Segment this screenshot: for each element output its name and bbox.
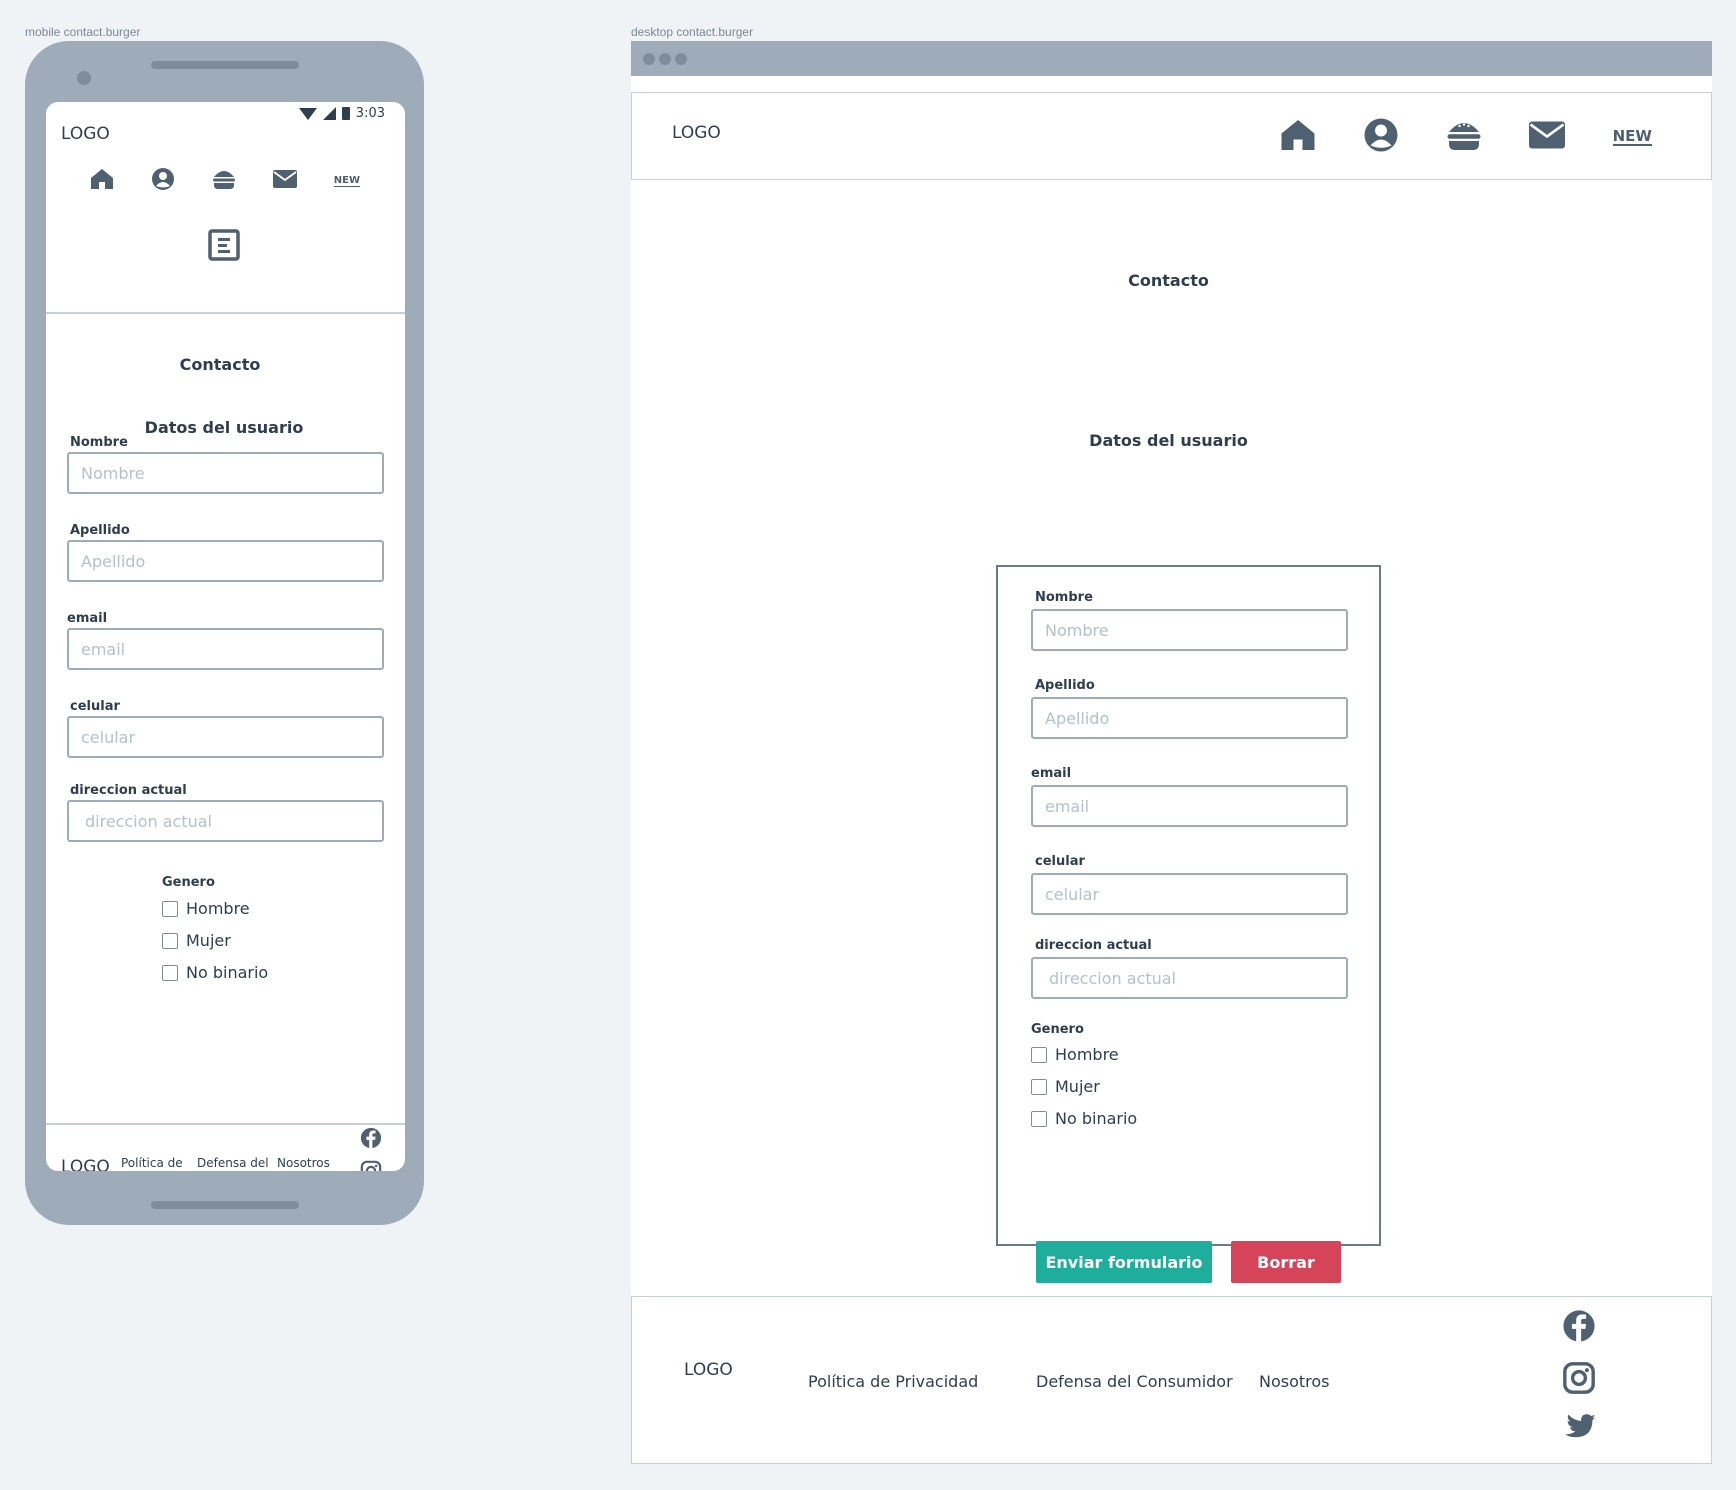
browser-titlebar [631, 41, 1712, 76]
direccion-label: direccion actual [1035, 938, 1152, 953]
mail-icon[interactable] [272, 169, 297, 193]
header-logo[interactable]: LOGO [672, 123, 721, 143]
footer-social [360, 1127, 382, 1171]
footer-link-consumidor[interactable]: Defensa del Consumidor [197, 1155, 271, 1171]
genero-option-hombre[interactable]: Hombre [1031, 1045, 1119, 1064]
mobile-frame-label: mobile contact.burger [25, 25, 141, 39]
genero-label: Genero [1031, 1022, 1084, 1037]
status-bar: 3:03 [298, 106, 385, 121]
apellido-label: Apellido [1035, 678, 1095, 693]
footer-social [1562, 1309, 1596, 1447]
genero-option-no-binario[interactable]: No binario [1031, 1109, 1137, 1128]
home-bar [151, 1201, 299, 1209]
site-footer: LOGO Política de Privacidad Defensa del … [631, 1296, 1712, 1464]
option-label: No binario [186, 963, 269, 982]
nombre-label: Nombre [70, 435, 128, 450]
burger-icon[interactable] [212, 167, 236, 195]
genero-option-mujer[interactable]: Mujer [162, 931, 231, 950]
nombre-label: Nombre [1035, 590, 1093, 605]
facebook-icon[interactable] [360, 1127, 382, 1153]
footer-link-nosotros[interactable]: Nosotros [1259, 1372, 1330, 1391]
checkbox[interactable] [162, 900, 178, 917]
clear-form-button[interactable]: Borrar [1231, 1241, 1341, 1283]
direccion-label: direccion actual [70, 783, 187, 798]
twitter-icon[interactable] [1562, 1413, 1596, 1447]
mobile-nav: NEW [90, 167, 360, 195]
mail-icon[interactable] [1529, 120, 1566, 154]
contact-form: Nombre Nombre Apellido Apellido email em… [996, 565, 1381, 1283]
new-icon[interactable]: NEW [1612, 128, 1652, 146]
window-dot[interactable] [675, 53, 687, 65]
checkbox[interactable] [162, 964, 178, 981]
speaker-bar [151, 61, 299, 69]
genero-label: Genero [162, 875, 215, 890]
home-icon[interactable] [1280, 117, 1316, 157]
home-icon[interactable] [90, 167, 114, 195]
mobile-screen: 3:03 LOGO NEW Contacto Datos del usuario [46, 102, 405, 1171]
burger-icon[interactable] [1446, 117, 1482, 157]
instagram-icon[interactable] [1562, 1361, 1596, 1399]
desktop-frame-label: desktop contact.burger [631, 25, 754, 39]
status-time: 3:03 [355, 106, 385, 121]
nombre-field[interactable]: Nombre [1031, 609, 1348, 651]
camera-dot [77, 71, 91, 85]
email-label: email [67, 611, 108, 626]
apellido-label: Apellido [70, 523, 130, 538]
new-icon[interactable]: NEW [333, 175, 360, 187]
footer-logo[interactable]: LOGO [61, 1157, 110, 1171]
mobile-device: 3:03 LOGO NEW Contacto Datos del usuario [25, 41, 424, 1225]
option-label: Hombre [186, 899, 250, 918]
checkbox[interactable] [1031, 1046, 1047, 1063]
apellido-field[interactable]: Apellido [67, 540, 384, 582]
footer-link-privacidad[interactable]: Política de Privacidad [121, 1155, 191, 1171]
option-label: No binario [1055, 1109, 1138, 1128]
checkbox[interactable] [162, 932, 178, 949]
email-field[interactable]: email [1031, 785, 1348, 827]
page-title: Contacto [179, 355, 261, 374]
signal-icon [322, 107, 336, 120]
nombre-field[interactable]: Nombre [67, 452, 384, 494]
instagram-icon[interactable] [360, 1160, 382, 1171]
window-dot[interactable] [643, 53, 655, 65]
section-subtitle: Datos del usuario [1089, 431, 1248, 450]
direccion-field[interactable]: direccion actual [67, 800, 384, 842]
footer-divider [46, 1123, 405, 1125]
celular-field[interactable]: celular [67, 716, 384, 758]
checkbox[interactable] [1031, 1110, 1047, 1127]
celular-label: celular [70, 699, 120, 714]
option-label: Hombre [1055, 1045, 1119, 1064]
user-icon[interactable] [1363, 117, 1399, 157]
page-title: Contacto [1128, 271, 1209, 290]
menu-icon[interactable] [208, 229, 240, 265]
site-header: LOGO NEW [631, 92, 1712, 180]
facebook-icon[interactable] [1562, 1309, 1596, 1347]
window-dot[interactable] [659, 53, 671, 65]
footer-link-privacidad[interactable]: Política de Privacidad [808, 1372, 978, 1391]
genero-option-mujer[interactable]: Mujer [1031, 1077, 1100, 1096]
footer-logo[interactable]: LOGO [684, 1360, 733, 1380]
direccion-field[interactable]: direccion actual [1031, 957, 1348, 999]
celular-label: celular [1035, 854, 1085, 869]
header-logo[interactable]: LOGO [61, 124, 110, 144]
option-label: Mujer [1055, 1077, 1100, 1096]
wifi-icon [298, 107, 317, 120]
desktop-page: LOGO NEW Contacto Datos del usuario Nomb… [631, 76, 1712, 1464]
celular-field[interactable]: celular [1031, 873, 1348, 915]
email-field[interactable]: email [67, 628, 384, 670]
apellido-field[interactable]: Apellido [1031, 697, 1348, 739]
checkbox[interactable] [1031, 1078, 1047, 1095]
desktop-nav: NEW [1280, 117, 1652, 157]
footer-link-nosotros[interactable]: Nosotros [277, 1155, 330, 1171]
header-divider [46, 312, 405, 314]
footer-link-consumidor[interactable]: Defensa del Consumidor [1036, 1372, 1233, 1391]
option-label: Mujer [186, 931, 231, 950]
genero-option-no-binario[interactable]: No binario [162, 963, 268, 982]
genero-option-hombre[interactable]: Hombre [162, 899, 250, 918]
battery-icon [341, 107, 350, 120]
email-label: email [1031, 766, 1072, 781]
user-icon[interactable] [151, 167, 175, 195]
submit-form-button[interactable]: Enviar formulario [1036, 1241, 1212, 1283]
